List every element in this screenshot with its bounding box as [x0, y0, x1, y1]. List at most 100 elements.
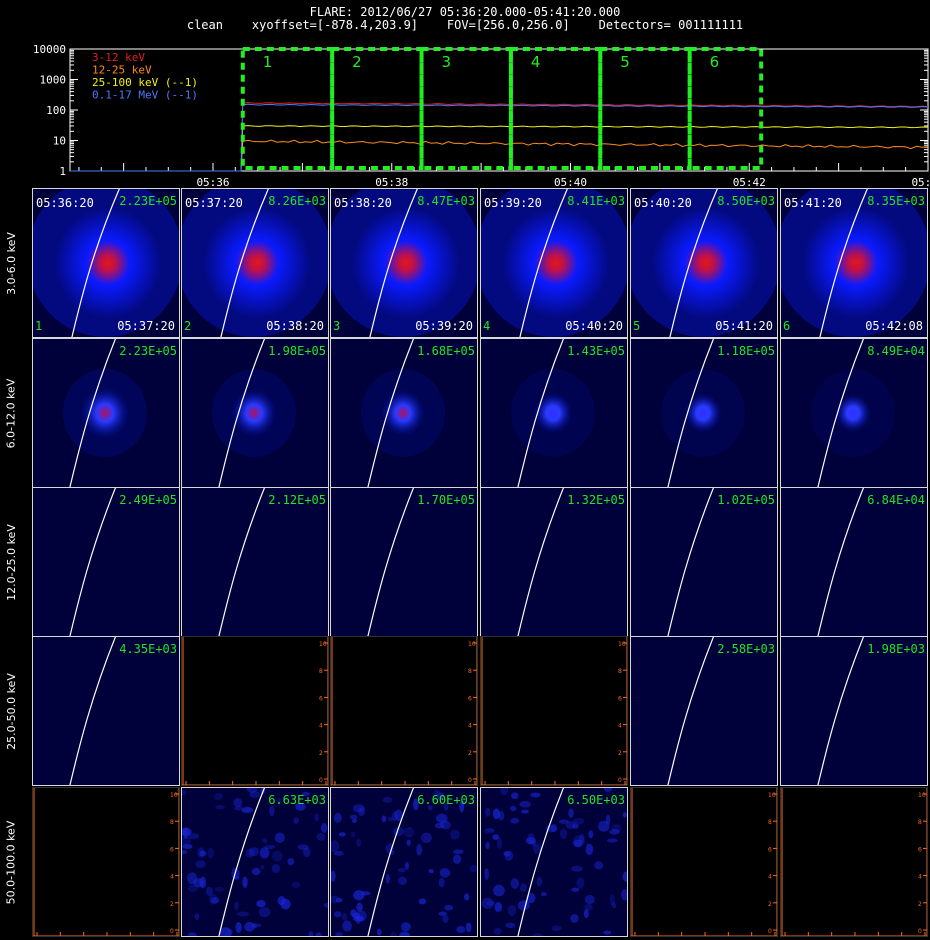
- source-blob: [352, 207, 460, 319]
- noise-speckle: [540, 891, 547, 897]
- image-canvas: [481, 189, 627, 337]
- image-canvas: [631, 637, 777, 785]
- interval-label: 2: [352, 53, 362, 71]
- peak-value: 2.23E+05: [119, 344, 177, 358]
- interval-label: 6: [710, 53, 720, 71]
- empty-image: [781, 788, 927, 936]
- peak-value: 6.84E+04: [867, 493, 925, 507]
- image-panel: 2.23E+05: [32, 338, 180, 488]
- blank-tick-label: 0: [918, 928, 922, 935]
- noise-speckle: [293, 817, 299, 824]
- blank-tick-label: 2: [170, 901, 174, 908]
- interval-number: 6: [783, 319, 791, 333]
- image-panel: 6.63E+03: [181, 787, 329, 937]
- noise-speckle: [214, 886, 225, 892]
- energy-band-label: 50.0-100.0 keV: [0, 787, 22, 937]
- image-panel: 0 2 4 6 8 10: [181, 636, 329, 786]
- image-canvas: [481, 488, 627, 636]
- image-canvas: 0 2 4 6 8 10: [331, 637, 477, 785]
- noise-speckle: [194, 913, 200, 920]
- peak-value: 2.49E+05: [119, 493, 177, 507]
- interval-start-time: 05:36:20: [36, 196, 94, 210]
- noise-speckle: [568, 808, 574, 818]
- noise-speckle: [235, 922, 242, 933]
- noise-speckle: [584, 903, 593, 911]
- noise-speckle: [493, 927, 502, 935]
- noise-speckle: [342, 920, 352, 932]
- blank-tick-label: 6: [468, 695, 472, 702]
- noise-speckle: [611, 823, 622, 833]
- image-panel: 6.60E+03: [330, 787, 478, 937]
- empty-image: [331, 637, 477, 785]
- image-panel: 0 2 4 6 8 10: [32, 787, 180, 937]
- image-panel: 6.50E+03: [480, 787, 628, 937]
- energy-band-text: 6.0-12.0 keV: [4, 378, 18, 448]
- noise-speckle: [382, 796, 393, 803]
- image-canvas: [182, 488, 328, 636]
- image-panel: 0 2 4 6 8 10: [330, 636, 478, 786]
- image-canvas: [631, 339, 777, 487]
- noise-speckle: [442, 914, 449, 924]
- image-canvas: [781, 637, 927, 785]
- interval-number: 2: [184, 319, 192, 333]
- image-canvas: [331, 189, 477, 337]
- energy-band-label: 6.0-12.0 keV: [0, 338, 22, 488]
- blank-tick-label: 6: [319, 695, 323, 702]
- energy-band-label: 3.0-6.0 keV: [0, 188, 22, 338]
- noise-speckle: [605, 814, 611, 825]
- interval-box-2: [330, 47, 424, 170]
- image-canvas: [631, 189, 777, 337]
- blank-tick-label: 2: [468, 750, 472, 757]
- energy-band-label: 12.0-25.0 keV: [0, 487, 22, 637]
- interval-end-time: 05:42:08: [865, 319, 923, 333]
- interval-end-time: 05:38:20: [266, 319, 324, 333]
- y-tick-label: 10000: [33, 43, 66, 56]
- noise-speckle: [210, 897, 220, 904]
- blank-tick-label: 10: [170, 792, 178, 799]
- noise-speckle: [241, 806, 254, 814]
- noise-speckle: [182, 827, 189, 839]
- interval-start-time: 05:37:20: [185, 196, 243, 210]
- image-panel: 1.68E+05: [330, 338, 478, 488]
- source-blob: [80, 387, 130, 439]
- image-panel: 2.49E+05: [32, 487, 180, 637]
- image-canvas: [182, 189, 328, 337]
- image-canvas: 0 2 4 6 8 10: [33, 788, 179, 936]
- interval-box-3: [419, 47, 513, 170]
- noise-speckle: [576, 877, 585, 889]
- image-panel: 1.43E+05: [480, 338, 628, 488]
- noise-speckle: [274, 832, 285, 844]
- blank-tick-label: 10: [468, 641, 476, 648]
- interval-end-time: 05:40:20: [565, 319, 623, 333]
- source-blob: [835, 394, 871, 432]
- noise-speckle: [333, 812, 342, 823]
- image-panel: 1.18E+05: [630, 338, 778, 488]
- noise-speckle: [287, 857, 295, 866]
- noise-speckle: [355, 910, 367, 922]
- noise-speckle: [456, 925, 466, 934]
- peak-value: 1.98E+03: [867, 642, 925, 656]
- y-tick-label: 1: [59, 165, 66, 178]
- blank-tick-label: 4: [618, 723, 622, 730]
- noise-speckle: [291, 881, 300, 888]
- image-panel: 2.23E+05 05:36:20 05:37:20 1: [32, 188, 180, 338]
- chart-subtitle: clean xyoffset=[-878.4,203.9] FOV=[256.0…: [186, 18, 744, 32]
- noise-speckle: [262, 838, 268, 844]
- noise-speckle: [421, 832, 432, 844]
- blank-tick-label: 4: [768, 874, 772, 881]
- interval-number: 1: [35, 319, 43, 333]
- noise-speckle: [469, 864, 477, 873]
- image-panel: 0 2 4 6 8 10: [780, 787, 928, 937]
- noise-speckle: [350, 832, 356, 838]
- noise-speckle: [603, 930, 612, 935]
- source-blob: [802, 207, 910, 319]
- noise-speckle: [481, 897, 494, 909]
- blank-tick-label: 10: [918, 792, 926, 799]
- blank-tick-label: 0: [618, 777, 622, 784]
- noise-speckle: [510, 878, 520, 889]
- image-panel: 6.84E+04: [780, 487, 928, 637]
- noise-speckle: [521, 809, 529, 814]
- image-panel: 2.12E+05: [181, 487, 329, 637]
- image-canvas: 0 2 4 6 8 10: [182, 637, 328, 785]
- legend-entry-3: 25-100 keV (--1): [92, 76, 198, 89]
